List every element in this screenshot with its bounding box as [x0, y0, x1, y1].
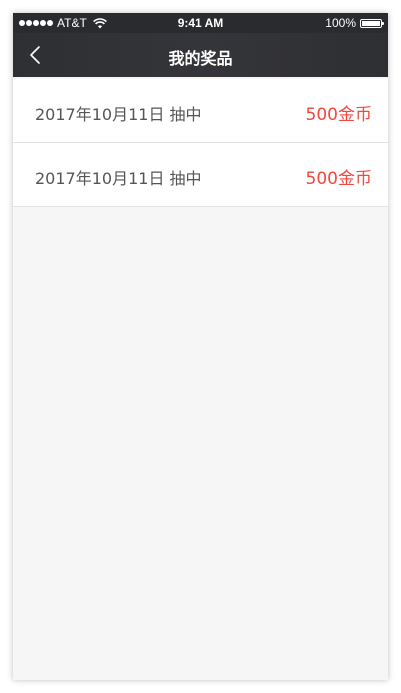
prize-list: 2017年10月11日 抽中 500金币 2017年10月11日 抽中 500金… [13, 79, 388, 207]
list-item[interactable]: 2017年10月11日 抽中 500金币 [13, 143, 388, 207]
phone-screen: AT&T 9:41 AM 100% 我的奖品 2017年10月11日 抽中 50… [13, 13, 388, 680]
status-bar: AT&T 9:41 AM 100% [13, 13, 388, 33]
prize-value: 500金币 [305, 105, 372, 125]
prize-value: 500金币 [305, 169, 372, 189]
nav-bar: 我的奖品 [13, 33, 388, 77]
battery-icon [360, 18, 384, 28]
page-title: 我的奖品 [168, 49, 233, 68]
prize-date: 2017年10月11日 抽中 [35, 105, 202, 124]
list-item[interactable]: 2017年10月11日 抽中 500金币 [13, 79, 388, 143]
prize-date: 2017年10月11日 抽中 [35, 169, 202, 188]
battery-percent: 100% [325, 16, 356, 30]
status-right: 100% [325, 16, 384, 30]
